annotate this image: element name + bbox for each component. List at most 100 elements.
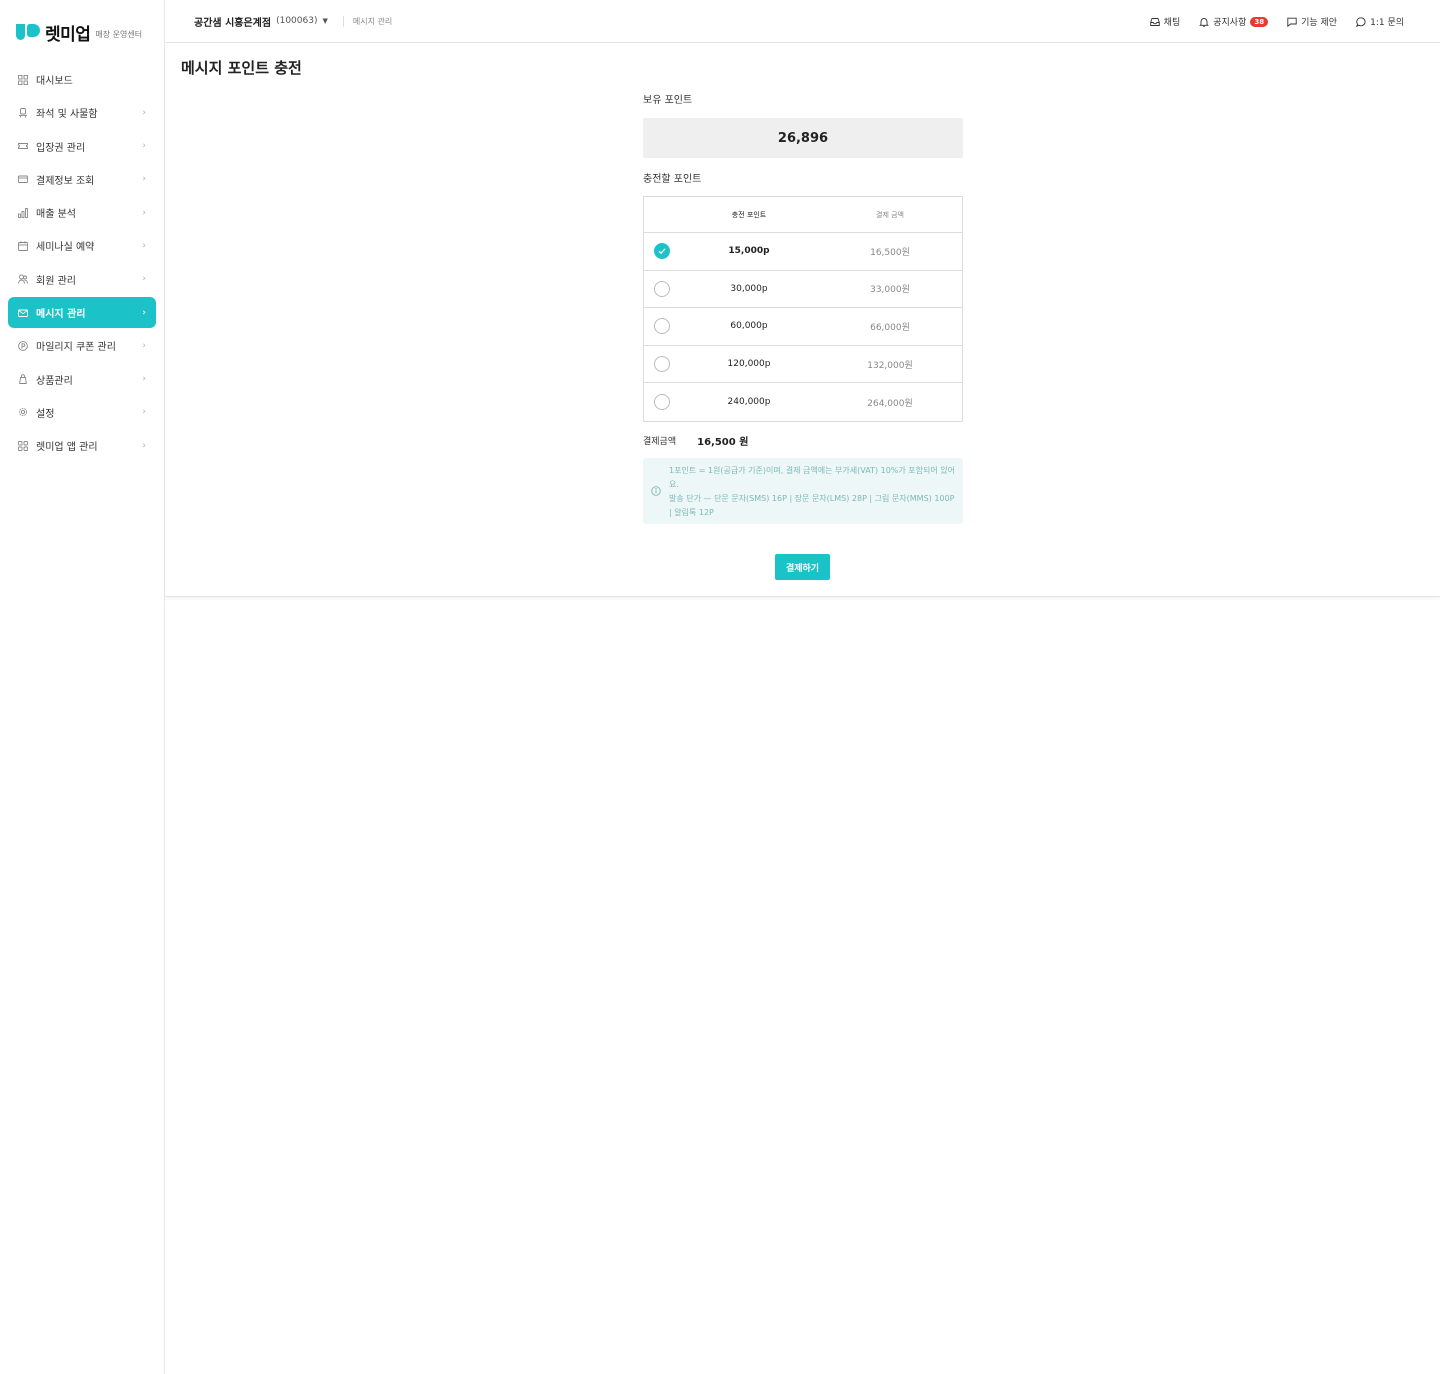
chevron-right-icon: ›	[142, 107, 146, 118]
sidebar-item-mileage[interactable]: 마일리지 쿠폰 관리 ›	[8, 330, 156, 361]
top-header: 공간샘 시흥은계점 (100063) ▼ 메시지 관리 채팅 공지사항 38 기…	[165, 0, 1440, 43]
header-actions: 채팅 공지사항 38 기능 제안 1:1 문의	[1131, 0, 1404, 43]
chevron-right-icon: ›	[142, 240, 146, 251]
chevron-right-icon: ›	[142, 340, 146, 351]
sidebar-item-tickets[interactable]: 입장권 관리 ›	[8, 131, 156, 162]
brand-name: 렛미업	[45, 24, 91, 45]
table-row[interactable]: 120,000p 132,000원	[644, 346, 962, 384]
table-row[interactable]: 60,000p 66,000원	[644, 308, 962, 346]
chat-bubble-icon	[1356, 16, 1366, 27]
chevron-right-icon: ›	[142, 274, 146, 285]
held-points-value: 26,896	[643, 118, 963, 158]
caret-down-icon[interactable]: ▼	[322, 17, 327, 25]
suggest-label: 기능 제안	[1301, 18, 1338, 28]
sidebar-item-label: 렛미업 앱 관리	[36, 442, 98, 454]
sidebar-item-settings[interactable]: 설정 ›	[8, 397, 156, 428]
column-header-amount: 결제 금액	[876, 210, 904, 219]
sidebar-item-label: 마일리지 쿠폰 관리	[36, 342, 116, 354]
users-icon	[18, 274, 28, 284]
sidebar-item-label: 메시지 관리	[36, 309, 86, 321]
notice-link[interactable]: 공지사항 38	[1199, 15, 1269, 28]
apps-icon	[18, 440, 28, 451]
ticket-icon	[18, 141, 28, 151]
sidebar-item-sales[interactable]: 매출 분석 ›	[8, 197, 156, 228]
row-points: 30,000p	[730, 283, 768, 294]
sidebar: 렛미업 매장 운영센터 대시보드 좌석 및 사물함 › 입장권 관리 › 결제정…	[0, 0, 165, 1374]
radio-unselected[interactable]	[654, 356, 670, 373]
table-row[interactable]: 240,000p 264,000원	[644, 383, 962, 421]
pay-button[interactable]: 결제하기	[775, 554, 830, 580]
suggest-link[interactable]: 기능 제안	[1287, 15, 1337, 28]
logo[interactable]: 렛미업 매장 운영센터	[0, 0, 164, 64]
chevron-right-icon: ›	[142, 141, 146, 152]
chat-link[interactable]: 채팅	[1149, 15, 1180, 28]
header-divider	[342, 15, 344, 27]
grid-icon	[18, 74, 28, 85]
table-header: 충전 포인트 결제 금액	[644, 197, 962, 233]
brand-subtitle: 매장 운영센터	[95, 29, 143, 39]
row-amount: 33,000원	[870, 285, 910, 296]
radio-unselected[interactable]	[654, 394, 670, 411]
sidebar-item-label: 세미나실 예약	[36, 242, 95, 254]
row-points: 15,000p	[728, 246, 770, 257]
sidebar-item-dashboard[interactable]: 대시보드	[8, 64, 156, 95]
sidebar-item-messages[interactable]: 메시지 관리 ›	[8, 297, 156, 329]
radio-selected[interactable]	[654, 243, 670, 260]
column-header-points: 충전 포인트	[731, 210, 767, 219]
main-content: 메시지 포인트 충전 보유 포인트 26,896 충전할 포인트 충전 포인트 …	[165, 43, 1440, 597]
chevron-right-icon: ›	[142, 207, 146, 218]
sidebar-item-app[interactable]: 렛미업 앱 관리 ›	[8, 430, 156, 461]
sidebar-item-label: 대시보드	[36, 76, 73, 87]
check-icon	[658, 248, 666, 255]
info-line-2: 발송 단가 — 단문 문자(SMS) 16P | 장문 문자(LMS) 28P …	[669, 494, 955, 517]
table-row[interactable]: 30,000p 33,000원	[644, 271, 962, 309]
comment-icon	[1287, 17, 1297, 27]
sidebar-item-label: 상품관리	[36, 375, 73, 387]
radio-unselected[interactable]	[654, 280, 670, 297]
sidebar-item-seats[interactable]: 좌석 및 사물함 ›	[8, 97, 156, 128]
sidebar-item-label: 결제정보 조회	[36, 175, 95, 187]
points-table: 충전 포인트 결제 금액 15,000p 16,500원 30,000p 33,…	[643, 196, 963, 422]
row-points: 60,000p	[730, 321, 768, 332]
chevron-right-icon: ›	[142, 440, 146, 451]
bar-chart-icon	[18, 207, 28, 218]
radio-unselected[interactable]	[654, 318, 670, 335]
inbox-icon	[1149, 17, 1160, 26]
calendar-icon	[18, 241, 28, 251]
sidebar-item-label: 좌석 및 사물함	[36, 109, 98, 121]
sidebar-item-label: 매출 분석	[36, 209, 76, 221]
notice-count-badge: 38	[1250, 16, 1269, 27]
page-title: 메시지 포인트 충전	[181, 59, 302, 77]
row-amount: 66,000원	[870, 322, 910, 333]
row-amount: 132,000원	[867, 360, 913, 371]
inquiry-link[interactable]: 1:1 문의	[1356, 15, 1404, 28]
sidebar-item-label: 설정	[36, 408, 55, 420]
product-icon	[18, 374, 28, 385]
sidebar-item-payments[interactable]: 결제정보 조회 ›	[8, 164, 156, 195]
table-row[interactable]: 15,000p 16,500원	[644, 233, 962, 271]
row-amount: 264,000원	[867, 398, 913, 409]
bell-icon	[1199, 17, 1210, 27]
info-icon	[651, 486, 661, 496]
chevron-right-icon: ›	[142, 374, 146, 385]
charge-points-label: 충전할 포인트	[643, 174, 702, 185]
sidebar-item-members[interactable]: 회원 관리 ›	[8, 264, 156, 295]
mail-icon	[18, 308, 28, 318]
sidebar-item-products[interactable]: 상품관리 ›	[8, 364, 156, 395]
card-icon	[18, 174, 28, 184]
coin-icon	[18, 341, 28, 351]
inquiry-label: 1:1 문의	[1370, 18, 1404, 28]
sidebar-nav: 대시보드 좌석 및 사물함 › 입장권 관리 › 결제정보 조회 › 매출 분석…	[0, 64, 164, 461]
logo-mark-icon	[16, 24, 40, 40]
payment-total: 결제금액 16,500 원	[643, 433, 748, 448]
chevron-right-icon: ›	[142, 407, 146, 418]
sidebar-item-label: 회원 관리	[36, 275, 76, 287]
held-points-label: 보유 포인트	[643, 95, 693, 106]
sidebar-item-seminar[interactable]: 세미나실 예약 ›	[8, 230, 156, 261]
app-root: 렛미업 매장 운영센터 대시보드 좌석 및 사물함 › 입장권 관리 › 결제정…	[0, 0, 1440, 1374]
store-selector[interactable]: 공간샘 시흥은계점	[194, 14, 271, 29]
notice-label: 공지사항	[1213, 18, 1247, 28]
chevron-right-icon: ›	[142, 307, 146, 318]
info-line-1: 1포인트 = 1원(공급가 기준)이며, 결제 금액에는 부가세(VAT) 10…	[669, 466, 955, 489]
total-label: 결제금액	[643, 437, 677, 447]
